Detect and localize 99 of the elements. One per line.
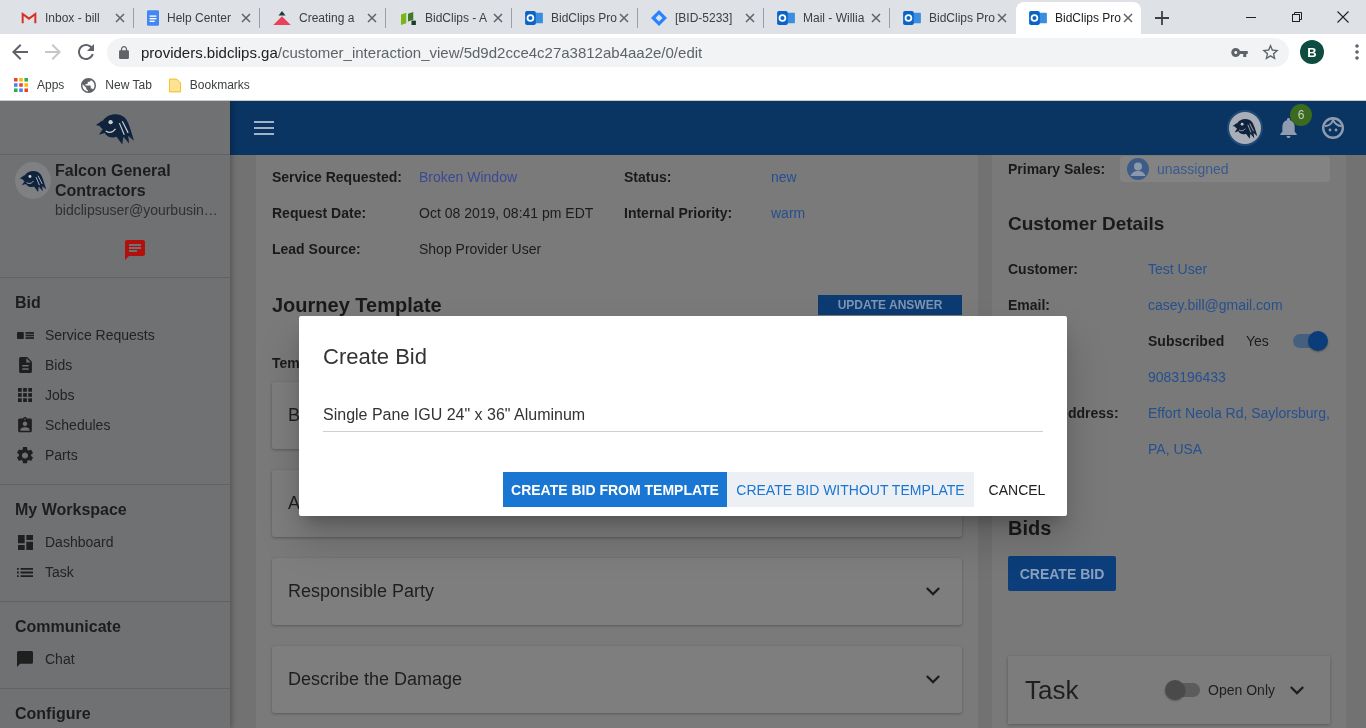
document-icon [18, 357, 32, 373]
field-label: Service Requested: [272, 169, 403, 185]
close-icon[interactable] [1337, 11, 1349, 23]
menu-icon[interactable] [254, 121, 274, 135]
section-title: Bid [15, 293, 42, 313]
browser-tab[interactable]: Help Center [134, 2, 259, 34]
section-title: Configure [15, 704, 92, 724]
dialog-title: Create Bid [323, 343, 427, 371]
browser-tab[interactable]: BidClips Pro [890, 2, 1015, 34]
section-heading: Customer Details [1008, 212, 1166, 236]
ring-tile-icon [903, 10, 921, 26]
grid-icon [14, 78, 28, 92]
profile-avatar[interactable]: B [1300, 40, 1324, 64]
falcon-drawing [19, 169, 47, 192]
cancel-button[interactable]: CANCEL [974, 472, 1060, 507]
field-value: Test User [1148, 260, 1209, 279]
field-value: casey.bill@gmail.com [1148, 296, 1284, 315]
field-label: Email: [1008, 296, 1050, 315]
create-bid-button[interactable]: CREATE BID FROM TEMPLATE [503, 472, 727, 507]
ring-tile-icon [777, 10, 795, 26]
bell-icon[interactable] [1280, 118, 1297, 138]
browser-tab[interactable]: Mail - Willia [764, 2, 889, 34]
field-label: Lead Source: [272, 241, 362, 257]
speech-bubble-icon [17, 651, 33, 667]
document-icon [147, 10, 159, 26]
toggle-switch[interactable] [1292, 331, 1328, 351]
browser-tab[interactable]: BidClips - A [386, 2, 511, 34]
field-label: Subscribed [1148, 332, 1226, 351]
toggle-switch[interactable] [1165, 680, 1202, 700]
bookmark[interactable]: Bookmarks [168, 77, 250, 93]
field-label: Tem [272, 354, 300, 373]
ring-tile-icon [1029, 10, 1047, 26]
field-value: Effort Neola Rd, Saylorsburg, PA, USA [1148, 404, 1331, 459]
accordion-panel[interactable]: Responsible Party [272, 558, 962, 625]
back-icon[interactable] [12, 44, 28, 60]
company-name: Falcon General Contractors [55, 161, 172, 201]
field-value: warm [771, 205, 807, 221]
field-value: Shop Provider User [419, 241, 543, 257]
close-icon[interactable] [1123, 13, 1133, 23]
falcon-drawing [1232, 117, 1258, 139]
create-bid-button[interactable]: CREATE BID WITHOUT TEMPLATE [727, 472, 974, 507]
card-title: Task [1025, 674, 1079, 706]
field-value: 9083196433 [1148, 368, 1227, 387]
field-label: Customer: [1008, 260, 1078, 279]
key-icon[interactable] [1231, 47, 1248, 57]
user-email: bidclipsuser@yourbusin… [55, 201, 219, 219]
contact-card-icon [18, 417, 32, 433]
toggle-label: Open Only [1208, 682, 1275, 698]
ring-tile-icon [525, 10, 543, 26]
person-icon [1127, 158, 1149, 180]
field-value: new [771, 169, 798, 185]
star-icon[interactable] [1262, 44, 1279, 60]
accordion-panel[interactable]: Describe the Damage [272, 646, 962, 713]
more-icon[interactable] [1355, 44, 1359, 60]
browser-tab[interactable]: Inbox - bill [8, 2, 133, 34]
gear-icon [17, 446, 33, 464]
company-avatar[interactable] [1227, 110, 1263, 146]
browser-tab[interactable]: BidClips Pro [512, 2, 637, 34]
text-field[interactable]: Single Pane IGU 24" x 36" Aluminum [323, 402, 1043, 432]
address-bar[interactable]: providers.bidclips.ga/customer_interaction_view/5d9d2cce4c27a3812ab4aa2e/0/edit [107, 37, 1289, 67]
browser-tab[interactable]: BidClips Pro [1016, 2, 1141, 34]
browser-tab[interactable]: [BID-5233] [638, 2, 763, 34]
triangle-icon [273, 11, 291, 25]
update-answer-button[interactable]: UPDATE ANSWER [818, 295, 962, 315]
reload-icon[interactable] [78, 44, 94, 60]
parallelogram-icon [399, 11, 417, 25]
panel-title: B [288, 405, 300, 426]
section-title: Communicate [15, 617, 122, 637]
envelope-icon [21, 12, 37, 24]
bookmark[interactable]: Apps [14, 78, 65, 92]
restore-icon[interactable] [1292, 12, 1302, 22]
notification-badge: 6 [1290, 104, 1312, 126]
field-value: Oct 08 2019, 08:41 pm EDT [419, 205, 595, 221]
browser-tab[interactable]: Creating a [260, 2, 385, 34]
dot-grid-icon [18, 388, 32, 402]
plus-icon[interactable] [1155, 11, 1169, 25]
face-icon[interactable] [1322, 117, 1344, 139]
bookmark[interactable]: New Tab [81, 77, 152, 93]
url-text: providers.bidclips.ga/customer_interaction_view/5d9d2cce4c27a3812ab4aa2e/0/edit [141, 43, 704, 61]
section-title: My Workspace [15, 500, 128, 520]
panel-title: A [288, 493, 300, 514]
lock-icon [119, 45, 129, 59]
globe-icon [81, 77, 97, 93]
id-card-icon [16, 331, 34, 339]
create-bid-button[interactable]: CREATE BID [1008, 556, 1116, 591]
list-icon [17, 567, 33, 577]
field-label: Internal Priority: [624, 205, 734, 221]
field-label: ddress: [1068, 404, 1119, 423]
field-label: Primary Sales: [1008, 161, 1107, 177]
minimize-icon[interactable] [1246, 16, 1256, 18]
section-heading: Bids [1008, 517, 1053, 539]
folder-icon [168, 77, 181, 93]
section-heading: Journey Template [272, 295, 442, 315]
field-label: Request Date: [272, 205, 368, 221]
dashboard-icon [17, 534, 33, 550]
diamond-icon [651, 10, 667, 26]
chevron-icon[interactable] [1290, 685, 1304, 695]
field-value: Yes [1246, 332, 1269, 351]
field-label: Status: [624, 169, 673, 185]
